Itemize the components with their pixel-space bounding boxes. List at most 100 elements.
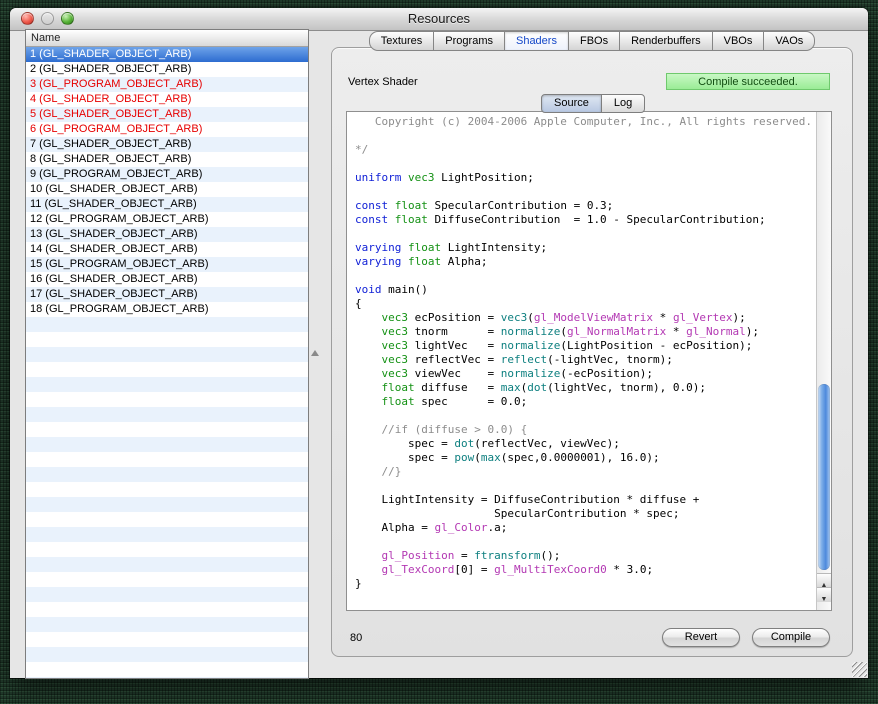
segment-log[interactable]: Log [601, 94, 645, 113]
code-line: vec3 lightVec = normalize(LightPosition … [355, 339, 814, 353]
list-item[interactable]: 9 (GL_PROGRAM_OBJECT_ARB) [26, 167, 308, 182]
code-line: float diffuse = max(dot(lightVec, tnorm)… [355, 381, 814, 395]
list-item[interactable]: 14 (GL_SHADER_OBJECT_ARB) [26, 242, 308, 257]
list-empty-row [26, 527, 308, 542]
list-item[interactable]: 12 (GL_PROGRAM_OBJECT_ARB) [26, 212, 308, 227]
code-line: { [355, 297, 814, 311]
list-empty-row [26, 662, 308, 677]
code-line: gl_Position = ftransform(); [355, 549, 814, 563]
tab-vaos[interactable]: VAOs [763, 31, 815, 51]
code-line: void main() [355, 283, 814, 297]
list-item[interactable]: 1 (GL_SHADER_OBJECT_ARB) [26, 47, 308, 62]
down-arrow-icon: ▼ [821, 593, 828, 606]
list-empty-row [26, 422, 308, 437]
scroll-up-button[interactable]: ▲ [817, 573, 831, 588]
list-item[interactable]: 10 (GL_SHADER_OBJECT_ARB) [26, 182, 308, 197]
list-item[interactable]: 17 (GL_SHADER_OBJECT_ARB) [26, 287, 308, 302]
list-empty-row [26, 317, 308, 332]
code-line: vec3 viewVec = normalize(-ecPosition); [355, 367, 814, 381]
code-line: const float SpecularContribution = 0.3; [355, 199, 814, 213]
tab-bar: TexturesProgramsShadersFBOsRenderbuffers… [331, 31, 853, 51]
resources-window: Resources Name 1 (GL_SHADER_OBJECT_ARB)2… [10, 8, 868, 678]
list-item[interactable]: 16 (GL_SHADER_OBJECT_ARB) [26, 272, 308, 287]
list-empty-row [26, 647, 308, 662]
code-line: varying float LightIntensity; [355, 241, 814, 255]
code-line: spec = dot(reflectVec, viewVec); [355, 437, 814, 451]
code-line: float spec = 0.0; [355, 395, 814, 409]
tab-renderbuffers[interactable]: Renderbuffers [619, 31, 713, 51]
shader-panel: Vertex Shader Compile succeeded. SourceL… [331, 47, 853, 657]
list-empty-row [26, 437, 308, 452]
window-title: Resources [10, 8, 868, 30]
list-empty-row [26, 572, 308, 587]
resize-grip[interactable] [852, 662, 867, 677]
list-header-name[interactable]: Name [26, 30, 308, 47]
list-empty-row [26, 347, 308, 362]
close-icon[interactable] [21, 12, 34, 25]
list-empty-row [26, 512, 308, 527]
scrollbar-thumb[interactable] [818, 384, 830, 570]
code-line: varying float Alpha; [355, 255, 814, 269]
list-empty-row [26, 542, 308, 557]
code-line [355, 409, 814, 423]
minimize-icon[interactable] [41, 12, 54, 25]
code-line: } [355, 577, 814, 591]
list-empty-row [26, 632, 308, 647]
list-item[interactable]: 13 (GL_SHADER_OBJECT_ARB) [26, 227, 308, 242]
code-line: Alpha = gl_Color.a; [355, 521, 814, 535]
shader-source-editor[interactable]: Copyright (c) 2004-2006 Apple Computer, … [346, 111, 832, 611]
compile-button[interactable]: Compile [752, 628, 830, 647]
zoom-icon[interactable] [61, 12, 74, 25]
list-empty-row [26, 362, 308, 377]
desktop-background: Resources Name 1 (GL_SHADER_OBJECT_ARB)2… [0, 0, 878, 704]
code-line: spec = pow(max(spec,0.0000001), 16.0); [355, 451, 814, 465]
list-empty-row [26, 407, 308, 422]
list-item[interactable]: 18 (GL_PROGRAM_OBJECT_ARB) [26, 302, 308, 317]
code-line: SpecularContribution * spec; [355, 507, 814, 521]
title-bar[interactable]: Resources [10, 8, 868, 31]
list-item[interactable]: 4 (GL_SHADER_OBJECT_ARB) [26, 92, 308, 107]
list-empty-row [26, 677, 308, 679]
compile-status-badge: Compile succeeded. [666, 73, 830, 90]
list-item[interactable]: 15 (GL_PROGRAM_OBJECT_ARB) [26, 257, 308, 272]
code-line: */ [355, 143, 814, 157]
tab-fbos[interactable]: FBOs [568, 31, 620, 51]
list-scroll-indicator[interactable] [311, 350, 319, 356]
code-line [355, 479, 814, 493]
revert-button[interactable]: Revert [662, 628, 740, 647]
list-empty-row [26, 467, 308, 482]
code-line: gl_TexCoord[0] = gl_MultiTexCoord0 * 3.0… [355, 563, 814, 577]
list-empty-row [26, 587, 308, 602]
tab-textures[interactable]: Textures [369, 31, 435, 51]
tab-programs[interactable]: Programs [433, 31, 505, 51]
code-line: Copyright (c) 2004-2006 Apple Computer, … [355, 115, 814, 129]
list-item[interactable]: 5 (GL_SHADER_OBJECT_ARB) [26, 107, 308, 122]
code-line [355, 269, 814, 283]
code-line: //if (diffuse > 0.0) { [355, 423, 814, 437]
code-line [355, 227, 814, 241]
code-content: Copyright (c) 2004-2006 Apple Computer, … [355, 115, 814, 610]
code-line: vec3 reflectVec = reflect(-lightVec, tno… [355, 353, 814, 367]
code-line: vec3 tnorm = normalize(gl_NormalMatrix *… [355, 325, 814, 339]
vertical-scrollbar[interactable]: ▲ ▼ [816, 112, 831, 610]
segment-source[interactable]: Source [541, 94, 602, 113]
tab-shaders[interactable]: Shaders [504, 31, 569, 51]
list-item[interactable]: 3 (GL_PROGRAM_OBJECT_ARB) [26, 77, 308, 92]
list-item[interactable]: 11 (GL_SHADER_OBJECT_ARB) [26, 197, 308, 212]
list-item[interactable]: 8 (GL_SHADER_OBJECT_ARB) [26, 152, 308, 167]
list-item[interactable]: 7 (GL_SHADER_OBJECT_ARB) [26, 137, 308, 152]
list-empty-row [26, 497, 308, 512]
code-line [355, 157, 814, 171]
list-empty-row [26, 557, 308, 572]
code-line [355, 185, 814, 199]
code-line [355, 129, 814, 143]
shader-object-id: 80 [350, 632, 362, 644]
list-item[interactable]: 6 (GL_PROGRAM_OBJECT_ARB) [26, 122, 308, 137]
list-item[interactable]: 2 (GL_SHADER_OBJECT_ARB) [26, 62, 308, 77]
code-line: const float DiffuseContribution = 1.0 - … [355, 213, 814, 227]
code-line: vec3 ecPosition = vec3(gl_ModelViewMatri… [355, 311, 814, 325]
resource-list-rows: 1 (GL_SHADER_OBJECT_ARB)2 (GL_SHADER_OBJ… [26, 47, 308, 678]
traffic-lights [21, 12, 74, 25]
scroll-down-button[interactable]: ▼ [817, 587, 831, 602]
tab-vbos[interactable]: VBOs [712, 31, 765, 51]
